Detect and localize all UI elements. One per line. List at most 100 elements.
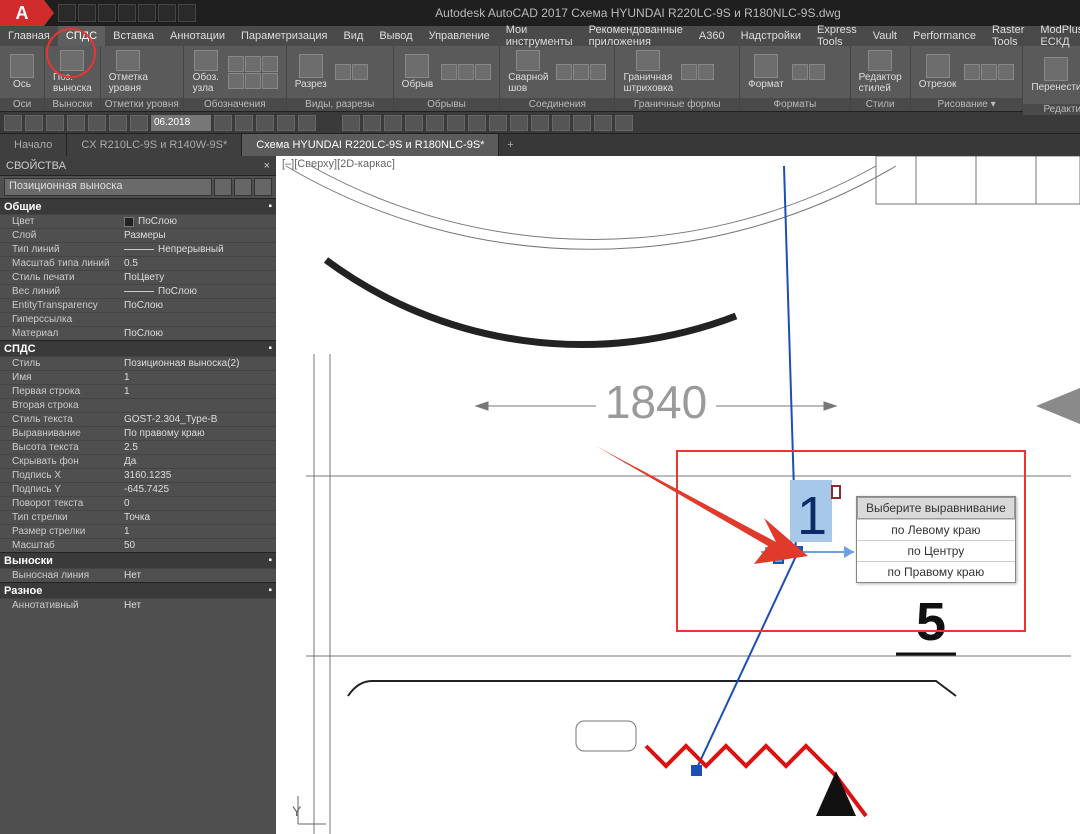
ribbon-button[interactable]: Формат [744,48,788,96]
menu-item[interactable]: СПДС [58,26,105,46]
tb-btn[interactable] [88,115,106,131]
tb-btn[interactable] [4,115,22,131]
menu-item[interactable]: Performance [905,26,984,46]
tb-btn[interactable] [109,115,127,131]
quick-select-icon[interactable] [214,178,232,196]
ribbon-button[interactable]: Граничнаяштриховка [619,48,677,96]
menu-item[interactable]: Raster Tools [984,26,1032,46]
property-value[interactable]: ПоСлою [120,328,276,339]
property-value[interactable]: 1 [120,386,276,397]
property-row[interactable]: Подпись Y-645.7425 [0,482,276,496]
ribbon-button[interactable]: Разрез [291,48,331,96]
property-value[interactable]: Размеры [120,230,276,241]
tb-btn[interactable] [235,115,253,131]
property-row[interactable]: СлойРазмеры [0,228,276,242]
property-row[interactable]: МатериалПоСлою [0,326,276,340]
property-row[interactable]: Поворот текста0 [0,496,276,510]
drawing-canvas[interactable]: [–][Сверху][2D-каркас] 1840 [276,156,1080,834]
document-tab[interactable]: Начало [0,134,67,156]
tb-btn[interactable] [214,115,232,131]
qat-btn[interactable] [178,4,196,22]
property-value[interactable]: Нет [120,600,276,611]
selection-type-dropdown[interactable]: Позиционная выноска [4,178,212,196]
close-icon[interactable]: × [264,160,270,172]
date-field[interactable]: 06.2018 [151,115,211,131]
ribbon-small-button[interactable] [262,73,278,89]
ribbon-small-button[interactable] [245,73,261,89]
context-menu-item-center[interactable]: по Центру [857,540,1015,561]
ribbon-small-button[interactable] [441,64,457,80]
ribbon-group-label[interactable]: Оси [0,98,44,111]
property-category[interactable]: Выноски▪ [0,552,276,568]
property-value[interactable]: ПоЦвету [120,272,276,283]
property-category[interactable]: СПДС▪ [0,340,276,356]
context-menu-item-right[interactable]: по Правому краю [857,561,1015,582]
property-value[interactable]: ПоСлою [120,286,276,297]
property-value[interactable]: Нет [120,570,276,581]
tb-btn[interactable] [615,115,633,131]
ribbon-group-label[interactable]: Соединения [500,98,614,111]
ribbon-group-label[interactable]: Выноски [45,98,100,111]
menu-item[interactable]: A360 [691,26,733,46]
document-tab[interactable]: CX R210LC-9S и R140W-9S* [67,134,242,156]
property-row[interactable]: Тип линийНепрерывный [0,242,276,256]
menu-item[interactable]: ModPlus ЕСКД [1032,26,1080,46]
ribbon-small-button[interactable] [590,64,606,80]
property-value[interactable]: 0 [120,498,276,509]
qat-btn[interactable] [118,4,136,22]
property-value[interactable]: 0.5 [120,258,276,269]
tb-btn[interactable] [573,115,591,131]
ribbon-small-button[interactable] [573,64,589,80]
tb-btn[interactable] [130,115,148,131]
tb-btn[interactable] [552,115,570,131]
property-row[interactable]: Вторая строка [0,398,276,412]
ribbon-small-button[interactable] [228,56,244,72]
tb-btn[interactable] [298,115,316,131]
ribbon-small-button[interactable] [262,56,278,72]
ribbon-small-button[interactable] [352,64,368,80]
property-value[interactable]: 3160.1235 [120,470,276,481]
tb-btn[interactable] [342,115,360,131]
ribbon-small-button[interactable] [998,64,1014,80]
ribbon-small-button[interactable] [698,64,714,80]
property-value[interactable]: ПоСлою [120,300,276,311]
qat-btn[interactable] [98,4,116,22]
ribbon-small-button[interactable] [792,64,808,80]
ribbon-button[interactable]: Поз.выноска [49,48,96,96]
property-row[interactable]: EntityTransparencyПоСлою [0,298,276,312]
property-value[interactable]: -645.7425 [120,484,276,495]
tb-btn[interactable] [25,115,43,131]
property-value[interactable]: Непрерывный [120,244,276,255]
ribbon-button[interactable]: Обрыв [398,48,438,96]
ribbon-group-label[interactable]: Обрывы [394,98,500,111]
tb-btn[interactable] [531,115,549,131]
ribbon-small-button[interactable] [556,64,572,80]
tb-btn[interactable] [405,115,423,131]
tb-btn[interactable] [256,115,274,131]
ribbon-group-label[interactable]: Виды, разрезы [287,98,393,111]
property-row[interactable]: Первая строка1 [0,384,276,398]
menu-item[interactable]: Мои инструменты [498,26,581,46]
property-value[interactable]: 1 [120,526,276,537]
context-menu-item-left[interactable]: по Левому краю [857,519,1015,540]
ribbon-button[interactable]: Отметкауровня [105,48,152,96]
ribbon-small-button[interactable] [981,64,997,80]
menu-item[interactable]: Управление [421,26,498,46]
property-category[interactable]: Разное▪ [0,582,276,598]
qat-btn[interactable] [78,4,96,22]
menu-item[interactable]: Главная [0,26,58,46]
qat-btn[interactable] [158,4,176,22]
property-value[interactable]: Точка [120,512,276,523]
ribbon-button[interactable]: Отрезок [915,48,961,96]
menu-item[interactable]: Express Tools [809,26,865,46]
property-row[interactable]: Стиль текстаGOST-2.304_Type-B [0,412,276,426]
ribbon-group-label[interactable]: Граничные формы [615,98,739,111]
tb-btn[interactable] [594,115,612,131]
ribbon-small-button[interactable] [475,64,491,80]
add-tab-button[interactable]: + [499,134,521,156]
ribbon-small-button[interactable] [335,64,351,80]
ribbon-group-label[interactable]: Обозначения [184,98,286,111]
document-tab[interactable]: Схема HYUNDAI R220LC-9S и R180NLC-9S* [242,134,499,156]
menu-item[interactable]: Вид [335,26,371,46]
tb-btn[interactable] [489,115,507,131]
